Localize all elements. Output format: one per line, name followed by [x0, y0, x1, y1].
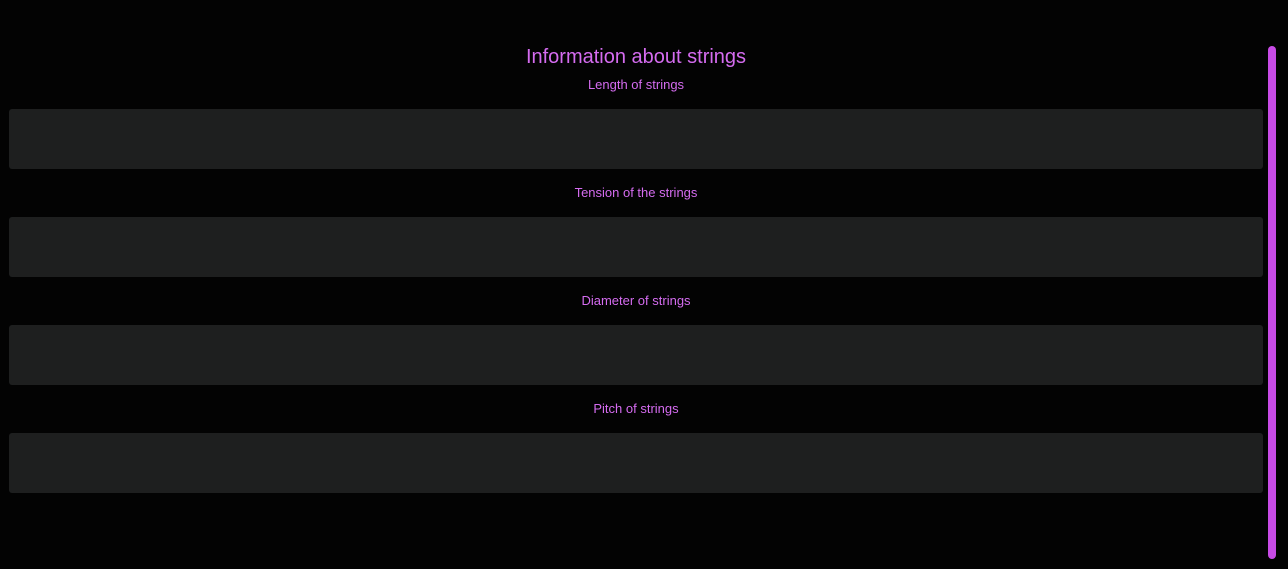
vertical-scrollbar[interactable] [1268, 46, 1276, 559]
diameter-label: Diameter of strings [581, 293, 691, 308]
tension-input[interactable] [9, 217, 1263, 277]
strings-info-page: Information about strings Length of stri… [0, 0, 1288, 569]
pitch-input[interactable] [9, 433, 1263, 493]
page-title: Information about strings [525, 46, 747, 68]
length-label: Length of strings [587, 77, 685, 92]
pitch-label: Pitch of strings [593, 401, 679, 416]
diameter-input[interactable] [9, 325, 1263, 385]
tension-label: Tension of the strings [574, 185, 698, 200]
length-input[interactable] [9, 109, 1263, 169]
